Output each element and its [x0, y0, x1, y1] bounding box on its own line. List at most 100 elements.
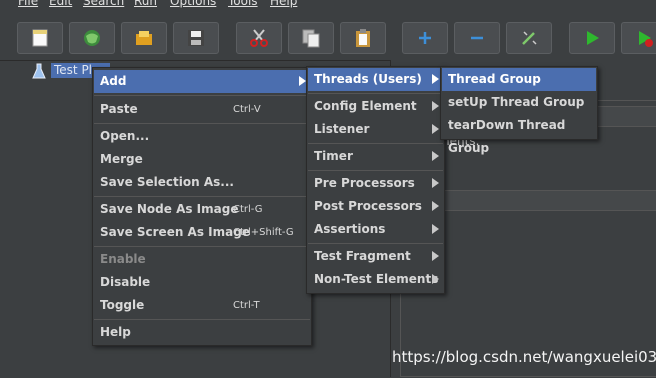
menu-item-timer[interactable]: Timer [308, 145, 443, 168]
menu-separator [94, 246, 310, 247]
submenu-arrow-icon [432, 251, 439, 261]
minus-icon [471, 36, 483, 40]
watermark-text: https://blog.csdn.net/wangxuelei036 [392, 348, 656, 366]
expand-all-button[interactable] [402, 22, 448, 54]
menu-item-label: Test Fragment [314, 249, 411, 263]
menu-item-label: Post Processors [314, 199, 422, 213]
menu-separator [94, 196, 310, 197]
menu-item-help[interactable]: Help [94, 321, 310, 344]
menu-separator [94, 123, 310, 124]
menu-separator [94, 95, 310, 96]
submenu-arrow-icon [432, 74, 439, 84]
menu-item-enable: Enable [94, 248, 310, 271]
templates-button[interactable] [69, 22, 115, 54]
plus-icon [419, 32, 431, 44]
shortcut-label: Ctrl-G [233, 204, 263, 215]
menu-separator [308, 170, 443, 171]
menu-item-label: Disable [100, 275, 151, 289]
editor-bar-2 [440, 190, 656, 211]
copy-button[interactable] [288, 22, 334, 54]
play-icon [587, 31, 599, 45]
menu-item-label: Save Screen As Image [100, 225, 250, 239]
play-no-pause-icon [639, 31, 653, 47]
menu-help[interactable]: Help [270, 0, 297, 8]
menu-search[interactable]: Search [83, 0, 124, 8]
menu-item-label: Merge [100, 152, 143, 166]
menu-item-open[interactable]: Open... [94, 125, 310, 148]
menu-separator [308, 243, 443, 244]
menu-item-pre-processors[interactable]: Pre Processors [308, 172, 443, 195]
menu-item-label: Timer [314, 149, 353, 163]
menu-item-listener[interactable]: Listener [308, 118, 443, 141]
menu-item-label: Listener [314, 122, 370, 136]
menu-separator [94, 319, 310, 320]
menu-item-label: Thread Group [448, 72, 541, 86]
menu-item-add[interactable]: Add [94, 70, 310, 93]
menu-item-label: Assertions [314, 222, 386, 236]
toggle-button[interactable] [506, 22, 552, 54]
menu-item-teardown-thread-group[interactable]: tearDown Thread Group [442, 114, 596, 155]
menu-item-paste[interactable]: Paste Ctrl-V [94, 98, 310, 121]
submenu-arrow-icon [432, 201, 439, 211]
menu-item-save-node-as-image[interactable]: Save Node As Image Ctrl-G [94, 198, 310, 221]
start-button[interactable] [569, 22, 615, 54]
flask-icon [32, 63, 46, 78]
submenu-arrow-icon [299, 76, 306, 86]
cut-button[interactable] [236, 22, 282, 54]
paste-icon [356, 29, 370, 47]
menu-item-label: Non-Test Elements [314, 272, 439, 286]
menu-item-setup-thread-group[interactable]: setUp Thread Group [442, 91, 596, 114]
menu-item-label: Pre Processors [314, 176, 415, 190]
menu-tools[interactable]: Tools [228, 0, 258, 8]
menu-item-label: Enable [100, 252, 146, 266]
menu-item-thread-group[interactable]: Thread Group [442, 68, 596, 91]
shortcut-label: Ctrl-V [233, 104, 261, 115]
start-no-pauses-button[interactable] [621, 22, 656, 54]
menu-separator [308, 143, 443, 144]
save-button[interactable] [173, 22, 219, 54]
menu-item-label: Open... [100, 129, 150, 143]
menu-item-assertions[interactable]: Assertions [308, 218, 443, 241]
new-icon [32, 29, 48, 47]
submenu-arrow-icon [432, 274, 439, 284]
menu-item-post-processors[interactable]: Post Processors [308, 195, 443, 218]
save-icon [188, 30, 204, 46]
menu-item-save-screen-as-image[interactable]: Save Screen As Image Ctrl+Shift-G [94, 221, 310, 244]
cut-icon [250, 29, 268, 47]
menu-file[interactable]: File [18, 0, 38, 8]
menu-options[interactable]: Options [170, 0, 216, 8]
menu-item-toggle[interactable]: Toggle Ctrl-T [94, 294, 310, 317]
submenu-arrow-icon [432, 101, 439, 111]
menu-run[interactable]: Run [134, 0, 157, 8]
menu-item-label: Toggle [100, 298, 145, 312]
menu-edit[interactable]: Edit [49, 0, 72, 8]
menu-bar: File Edit Search Run Options Tools Help [0, 0, 656, 10]
open-button[interactable] [121, 22, 167, 54]
menu-item-label: Config Element [314, 99, 417, 113]
menu-item-non-test-elements[interactable]: Non-Test Elements [308, 268, 443, 291]
menu-item-label: Save Selection As... [100, 175, 234, 189]
menu-item-disable[interactable]: Disable [94, 271, 310, 294]
threads-submenu: Thread Group setUp Thread Group tearDown… [440, 66, 598, 155]
shortcut-label: Ctrl-T [233, 300, 260, 311]
menu-item-label: Threads (Users) [314, 72, 422, 86]
submenu-arrow-icon [432, 178, 439, 188]
menu-item-label: setUp Thread Group [448, 95, 585, 109]
menu-item-threads-users[interactable]: Threads (Users) [308, 68, 443, 91]
submenu-arrow-icon [432, 151, 439, 161]
menu-item-merge[interactable]: Merge [94, 148, 310, 171]
new-button[interactable] [17, 22, 63, 54]
toolbar [0, 10, 656, 60]
menu-item-label: Save Node As Image [100, 202, 239, 216]
paste-button[interactable] [340, 22, 386, 54]
menu-item-label: Paste [100, 102, 138, 116]
menu-item-save-selection-as[interactable]: Save Selection As... [94, 171, 310, 194]
submenu-arrow-icon [432, 124, 439, 134]
shortcut-label: Ctrl+Shift-G [233, 227, 294, 238]
menu-item-config-element[interactable]: Config Element [308, 95, 443, 118]
menu-item-label: Help [100, 325, 131, 339]
menu-item-test-fragment[interactable]: Test Fragment [308, 245, 443, 268]
collapse-all-button[interactable] [454, 22, 500, 54]
add-submenu: Threads (Users) Config Element Listener … [306, 66, 445, 294]
menu-item-label: Add [100, 74, 127, 88]
